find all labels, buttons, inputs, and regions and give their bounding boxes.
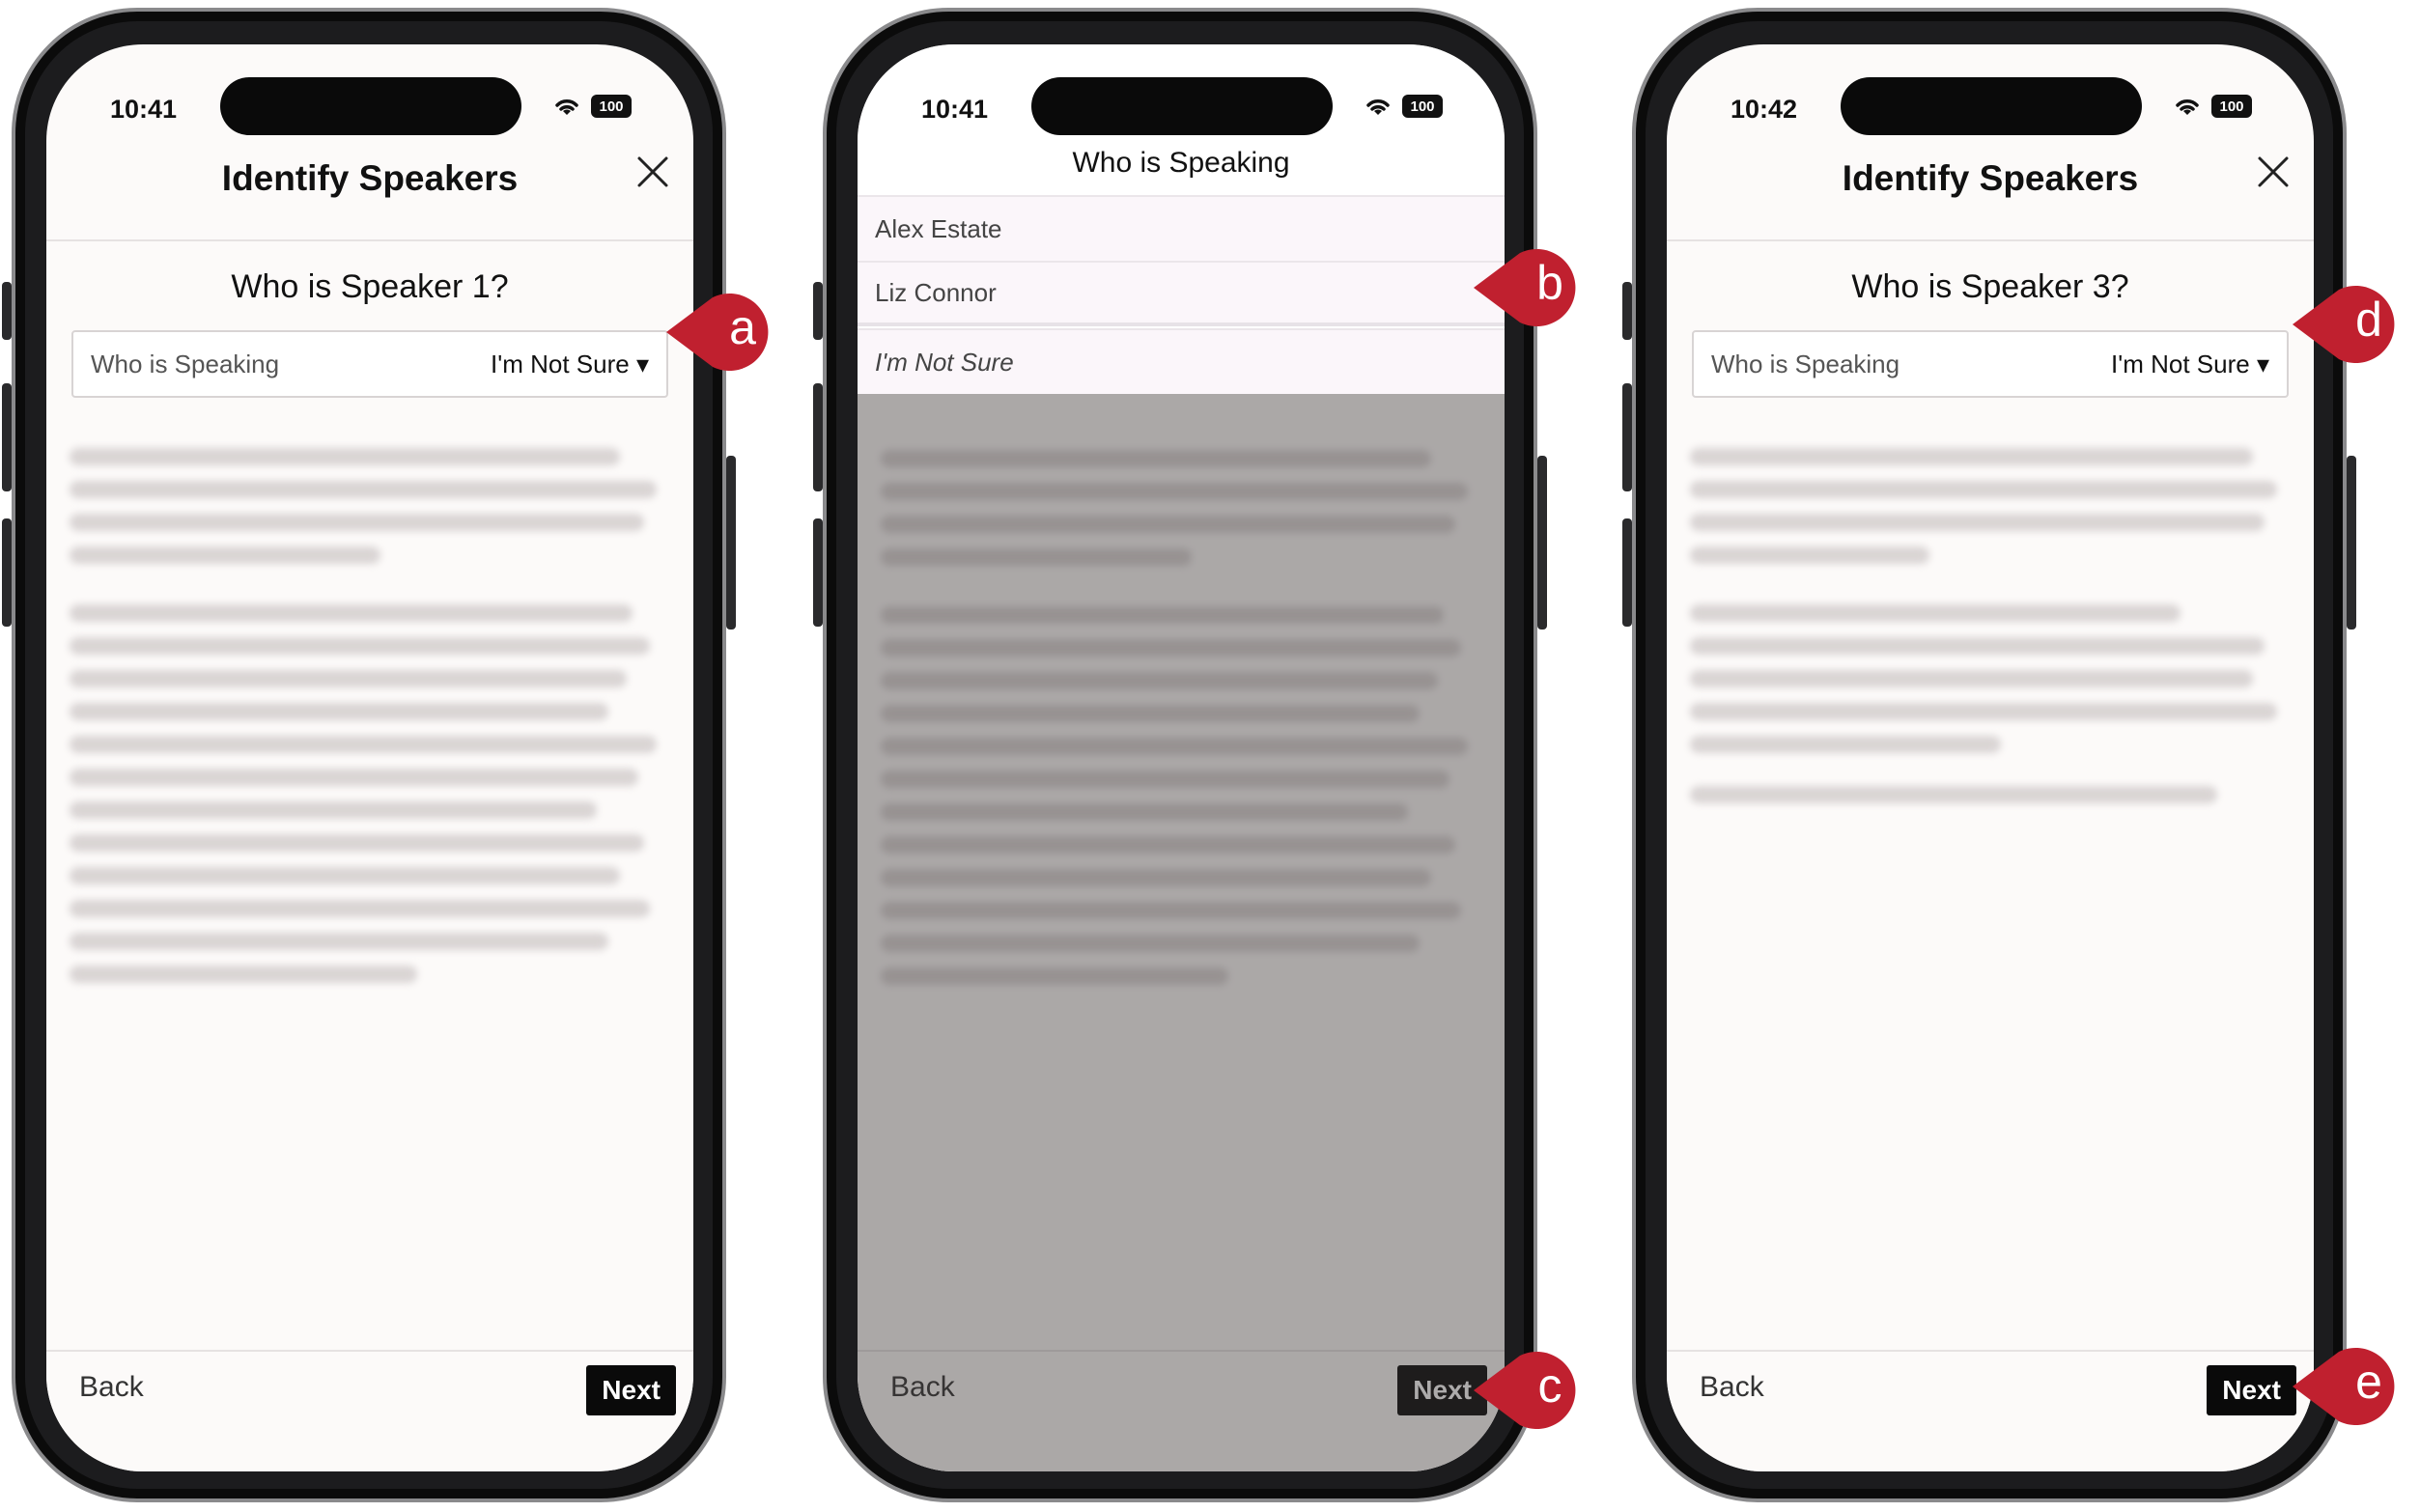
back-button[interactable]: Back	[1700, 1371, 1764, 1404]
dynamic-island	[220, 77, 521, 135]
side-button	[2, 518, 12, 627]
screen: 10:41 100 Identify Speakers Who is Speak…	[46, 44, 693, 1471]
callout-letter: b	[1536, 256, 1563, 310]
side-button	[813, 518, 823, 627]
callout-d: d	[2293, 284, 2408, 365]
dropdown-label: Who is Speaking	[91, 349, 280, 378]
status-time: 10:42	[1731, 95, 1798, 124]
dynamic-island	[1031, 77, 1333, 135]
callout-letter: a	[729, 300, 756, 354]
header: Identify Speakers	[1667, 137, 2314, 241]
speaker-question: Who is Speaker 1?	[231, 268, 509, 305]
status-time: 10:41	[921, 95, 989, 124]
dropdown-label: Who is Speaking	[1711, 349, 1900, 378]
close-icon[interactable]	[633, 153, 672, 191]
battery-icon: 100	[1402, 95, 1443, 118]
callout-letter: e	[2355, 1355, 2382, 1409]
transcript-excerpt-blurred	[70, 448, 668, 998]
side-button	[1622, 383, 1632, 491]
picker-option-alex-estate[interactable]: Alex Estate	[858, 195, 1505, 261]
speaker-dropdown[interactable]: Who is Speaking I'm Not Sure ▾	[71, 330, 668, 398]
page-title: Identify Speakers	[221, 158, 519, 198]
wifi-icon	[555, 99, 578, 115]
next-button[interactable]: Next	[586, 1365, 676, 1415]
phone-2: 10:41 100 Back Next Who is Speaking Alex…	[813, 8, 1547, 1502]
transcript-excerpt-blurred	[1690, 448, 2289, 819]
side-button	[2, 383, 12, 491]
side-button	[2, 282, 12, 340]
side-button	[2347, 456, 2356, 630]
screen: 10:42 100 Identify Speakers Who is Speak…	[1667, 44, 2314, 1471]
side-button	[813, 383, 823, 491]
side-button	[726, 456, 736, 630]
picker-option-liz-connor[interactable]: Liz Connor	[858, 261, 1505, 326]
phone-1: 10:41 100 Identify Speakers Who is Speak…	[2, 8, 736, 1502]
speaker-question: Who is Speaker 3?	[1851, 268, 2129, 305]
battery-icon: 100	[2211, 95, 2252, 118]
wifi-icon	[1366, 99, 1390, 115]
picker-option-not-sure[interactable]: I'm Not Sure	[858, 328, 1505, 394]
page-title: Identify Speakers	[1842, 158, 2139, 198]
status-time: 10:41	[110, 95, 178, 124]
status-icons: 100	[2173, 95, 2252, 118]
dropdown-value: I'm Not Sure ▾	[491, 349, 649, 378]
callout-c: c	[1474, 1350, 1590, 1431]
footer: Back Next	[46, 1350, 693, 1471]
screen: 10:41 100 Back Next Who is Speaking Alex…	[858, 44, 1505, 1471]
side-button	[813, 282, 823, 340]
picker-title: Who is Speaking	[1072, 147, 1290, 179]
side-button	[1537, 456, 1547, 630]
footer: Back Next	[1667, 1350, 2314, 1471]
dropdown-value: I'm Not Sure ▾	[2111, 349, 2269, 378]
wifi-icon	[2176, 99, 2199, 115]
callout-letter: c	[1537, 1358, 1562, 1413]
header: Identify Speakers	[46, 137, 693, 241]
back-button[interactable]: Back	[79, 1371, 144, 1404]
side-button	[1622, 282, 1632, 340]
callout-a: a	[666, 292, 782, 373]
status-icons: 100	[1364, 95, 1443, 118]
next-button[interactable]: Next	[2207, 1365, 2296, 1415]
callout-b: b	[1474, 247, 1590, 328]
close-icon[interactable]	[2254, 153, 2293, 191]
speaker-dropdown[interactable]: Who is Speaking I'm Not Sure ▾	[1692, 330, 2289, 398]
dynamic-island	[1841, 77, 2142, 135]
phone-3: 10:42 100 Identify Speakers Who is Speak…	[1622, 8, 2356, 1502]
side-button	[1622, 518, 1632, 627]
callout-e: e	[2293, 1346, 2408, 1427]
battery-icon: 100	[591, 95, 632, 118]
callout-letter: d	[2355, 293, 2382, 347]
status-icons: 100	[552, 95, 632, 118]
